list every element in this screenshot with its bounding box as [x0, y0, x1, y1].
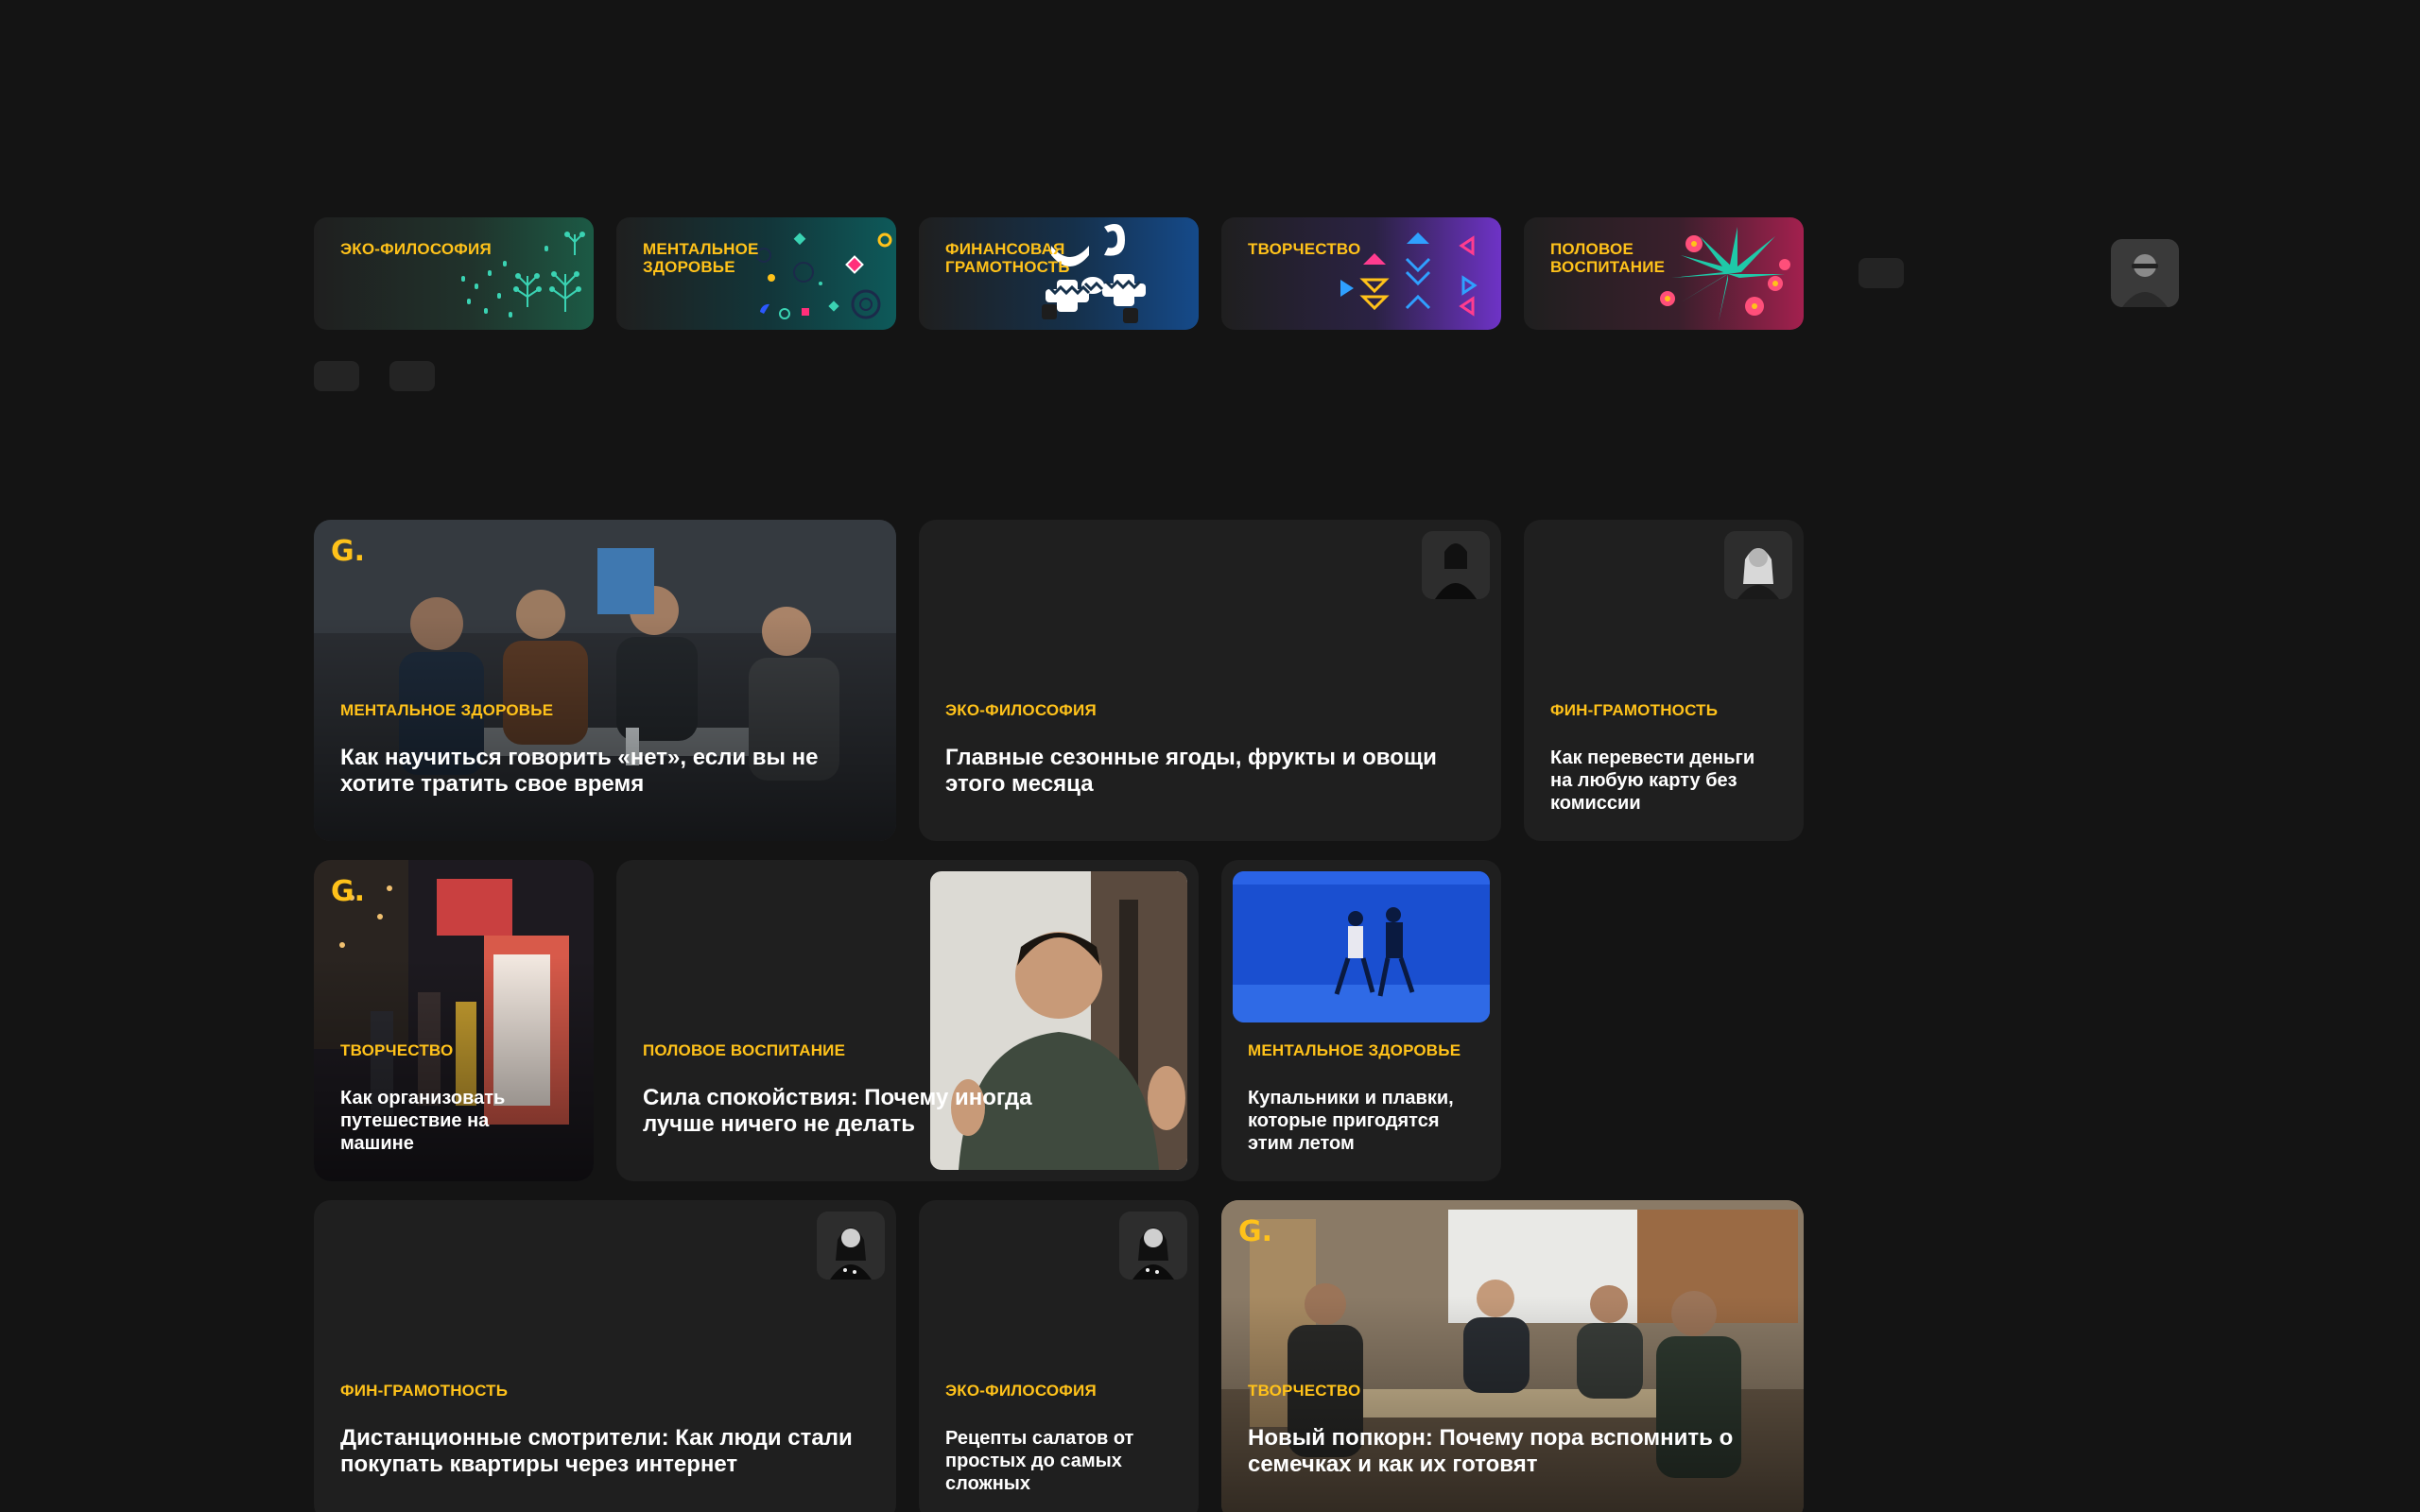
article-card[interactable]: ПОЛОВОЕ ВОСПИТАНИЕ Сила спокойствия: Поч…: [616, 860, 1199, 1181]
article-title: Дистанционные смотрители: Как люди стали…: [340, 1425, 853, 1477]
article-title: Купальники и плавки, которые пригодятся …: [1248, 1088, 1454, 1154]
article-card[interactable]: ФИН-ГРАМОТНОСТЬ Как перевести деньги на …: [1524, 520, 1804, 841]
category-eco-philosophy[interactable]: ЭКО-ФИЛОСОФИЯ: [314, 217, 594, 330]
filter-button[interactable]: [314, 361, 359, 391]
eco-sprigs-icon: [461, 232, 585, 318]
category-label: ПОЛОВОЕ ВОСПИТАНИЕ: [1550, 240, 1666, 276]
author-avatar: [817, 1211, 885, 1280]
g-badge: G.: [1238, 1215, 1273, 1248]
category-label: ЭКО-ФИЛОСОФИЯ: [340, 240, 492, 258]
article-title: Сила спокойствия: Почему иногда лучше ни…: [643, 1085, 1032, 1137]
article-tag: ТВОРЧЕСТВО: [1248, 1382, 1361, 1400]
article-tag: ФИН-ГРАМОТНОСТЬ: [1550, 701, 1719, 719]
g-badge: G.: [331, 535, 366, 568]
runners-photo: [1233, 871, 1490, 1022]
sort-button[interactable]: [389, 361, 435, 391]
article-card[interactable]: G. ТВОРЧЕСТВО Новый попкорн: Почему пора…: [1221, 1200, 1804, 1512]
author-avatar: [1119, 1211, 1187, 1280]
category-label: МЕНТАЛЬНОЕ ЗДОРОВЬЕ: [643, 240, 759, 276]
article-title: Главные сезонные ягоды, фрукты и овощи э…: [945, 745, 1437, 797]
category-label: ФИНАНСОВАЯ ГРАМОТНОСТЬ: [945, 240, 1070, 276]
article-title: Новый попкорн: Почему пора вспомнить о с…: [1248, 1425, 1734, 1477]
article-title: Как научиться говорить «нет», если вы не…: [340, 745, 819, 797]
article-card[interactable]: ЭКО-ФИЛОСОФИЯ Главные сезонные ягоды, фр…: [919, 520, 1501, 841]
article-title: Как перевести деньги на любую карту без …: [1550, 747, 1755, 814]
article-tag: МЕНТАЛЬНОЕ ЗДОРОВЬЕ: [340, 701, 554, 719]
article-title: Как организовать путешествие на машине: [340, 1088, 506, 1154]
creativity-triangles-icon: [1340, 232, 1478, 317]
category-mental-health[interactable]: МЕНТАЛЬНОЕ ЗДОРОВЬЕ: [616, 217, 896, 330]
author-avatar: [1422, 531, 1490, 599]
article-tag: ТВОРЧЕСТВО: [340, 1041, 454, 1059]
category-financial-literacy[interactable]: ФИНАНСОВАЯ ГРАМОТНОСТЬ: [919, 217, 1199, 330]
article-card[interactable]: ЭКО-ФИЛОСОФИЯ Рецепты салатов от простых…: [919, 1200, 1199, 1512]
article-tag: ПОЛОВОЕ ВОСПИТАНИЕ: [643, 1041, 846, 1059]
author-avatar: [1724, 531, 1792, 599]
g-badge: G.: [331, 875, 366, 908]
page: ЭКО-ФИЛОСОФИЯ МЕНТАЛЬНОЕ ЗДОРОВЬЕ ФИНАНС…: [0, 0, 2420, 1512]
article-card[interactable]: G. ТВОРЧЕСТВО Как организовать путешеств…: [314, 860, 594, 1181]
article-card[interactable]: ФИН-ГРАМОТНОСТЬ Дистанционные смотрители…: [314, 1200, 896, 1512]
article-title: Рецепты салатов от простых до самых слож…: [945, 1428, 1134, 1494]
article-tag: ЭКО-ФИЛОСОФИЯ: [945, 701, 1097, 719]
user-avatar[interactable]: [2111, 239, 2179, 307]
article-card[interactable]: МЕНТАЛЬНОЕ ЗДОРОВЬЕ Купальники и плавки,…: [1221, 860, 1501, 1181]
mental-shapes-icon: [756, 232, 892, 319]
article-card[interactable]: G. МЕНТАЛЬНОЕ ЗДОРОВЬЕ Как научиться гов…: [314, 520, 896, 841]
category-label: ТВОРЧЕСТВО: [1248, 240, 1361, 258]
category-creativity[interactable]: ТВОРЧЕСТВО: [1221, 217, 1501, 330]
category-sex-education[interactable]: ПОЛОВОЕ ВОСПИТАНИЕ: [1524, 217, 1804, 330]
article-tag: МЕНТАЛЬНОЕ ЗДОРОВЬЕ: [1248, 1041, 1461, 1059]
article-tag: ФИН-ГРАМОТНОСТЬ: [340, 1382, 509, 1400]
more-categories-button[interactable]: [1858, 258, 1904, 288]
article-tag: ЭКО-ФИЛОСОФИЯ: [945, 1382, 1097, 1400]
flowers-icon: [1660, 227, 1790, 321]
